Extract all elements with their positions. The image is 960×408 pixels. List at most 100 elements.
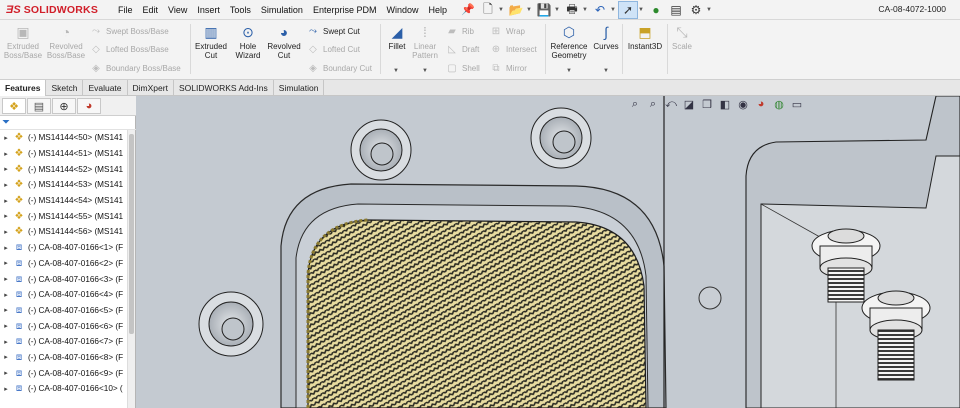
menu-enterprise-pdm[interactable]: Enterprise PDM	[313, 5, 377, 15]
open-dropdown-icon[interactable]: ▼	[526, 7, 532, 13]
expand-arrow-icon[interactable]: ▸	[0, 322, 12, 330]
boundary-cut-button[interactable]: ◈ Boundary Cut	[307, 64, 372, 74]
reference-geometry-button[interactable]: ⬡ Reference Geometry	[548, 24, 590, 60]
expand-arrow-icon[interactable]: ▸	[0, 165, 12, 173]
tab-solidworks-add-ins[interactable]: SOLIDWORKS Add-Ins	[174, 80, 274, 96]
tab-simulation[interactable]: Simulation	[274, 80, 325, 96]
tree-item[interactable]: ▸ ⧈ (-) CA-08-407-0166<9> (F	[0, 365, 128, 381]
tree-item[interactable]: ▸ ⧈ (-) CA-08-407-0166<2> (F	[0, 256, 128, 272]
menu-file[interactable]: File	[118, 5, 133, 15]
tree-item[interactable]: ▸ ⧈ (-) CA-08-407-0166<5> (F	[0, 303, 128, 319]
menu-simulation[interactable]: Simulation	[261, 5, 303, 15]
tree-item[interactable]: ▸ ❖ (-) MS14144<55> (MS141	[0, 208, 128, 224]
options-icon[interactable]: ⚙	[686, 1, 706, 19]
lofted-boss-button[interactable]: ◇ Lofted Boss/Base	[90, 45, 169, 55]
tree-item[interactable]: ▸ ⧈ (-) CA-08-407-0166<7> (F	[0, 334, 128, 350]
rebuild-icon[interactable]: ●	[646, 1, 666, 19]
expand-arrow-icon[interactable]: ▸	[0, 291, 12, 299]
tab-dimxpert[interactable]: DimXpert	[128, 80, 174, 96]
wrap-button[interactable]: ⊞ Wrap	[490, 27, 525, 37]
revolved-boss-button[interactable]: ◔ Revolved Boss/Base	[45, 24, 87, 60]
new-document-icon[interactable]: 🗋	[478, 1, 498, 19]
graphics-area[interactable]: ⌕ ⌕ ⤺ ◪ ❒ ◧ ◉ ◕ ◍ ▭	[136, 96, 960, 408]
expand-arrow-icon[interactable]: ▸	[0, 259, 12, 267]
print-icon[interactable]: 🖶	[562, 1, 582, 19]
section-view-icon[interactable]: ◪	[680, 98, 698, 112]
expand-arrow-icon[interactable]: ▸	[0, 306, 12, 314]
menu-help[interactable]: Help	[429, 5, 448, 15]
boundary-boss-button[interactable]: ◈ Boundary Boss/Base	[90, 64, 181, 74]
tree-item[interactable]: ▸ ⧈ (-) CA-08-407-0166<4> (F	[0, 287, 128, 303]
expand-arrow-icon[interactable]: ▸	[0, 134, 12, 142]
revolved-cut-button[interactable]: ◕ Revolved Cut	[265, 24, 303, 60]
undo-dropdown-icon[interactable]: ▼	[610, 7, 616, 13]
intersect-button[interactable]: ⊕ Intersect	[490, 45, 537, 55]
open-icon[interactable]: 📂	[506, 1, 526, 19]
print-dropdown-icon[interactable]: ▼	[582, 7, 588, 13]
expand-arrow-icon[interactable]: ▸	[0, 385, 12, 393]
edit-appearance-icon[interactable]: ◕	[752, 98, 770, 112]
tree-item[interactable]: ▸ ⧈ (-) CA-08-407-0166<6> (F	[0, 318, 128, 334]
tab-features[interactable]: Features	[0, 80, 47, 96]
swept-boss-button[interactable]: ⤳ Swept Boss/Base	[90, 27, 169, 37]
rib-button[interactable]: ▰ Rib	[446, 27, 474, 37]
file-properties-icon[interactable]: ▤	[666, 1, 686, 19]
scrollbar-thumb[interactable]	[129, 134, 134, 334]
menu-view[interactable]: View	[168, 5, 187, 15]
fillet-dropdown-icon[interactable]: ▼	[393, 68, 399, 74]
instant3d-button[interactable]: ⬒ Instant3D	[625, 24, 665, 51]
configurationmanager-tab-icon[interactable]: ⊕	[52, 98, 76, 114]
tree-item[interactable]: ▸ ❖ (-) MS14144<53> (MS141	[0, 177, 128, 193]
pattern-dropdown-icon[interactable]: ▼	[422, 68, 428, 74]
options-dropdown-icon[interactable]: ▼	[706, 7, 712, 13]
shell-button[interactable]: ▢ Shell	[446, 64, 480, 74]
view-orientation-icon[interactable]: ❒	[698, 98, 716, 112]
appearance-tab-icon[interactable]: ◕	[77, 98, 101, 114]
display-style-icon[interactable]: ◧	[716, 98, 734, 112]
menu-window[interactable]: Window	[386, 5, 418, 15]
tree-item[interactable]: ▸ ❖ (-) MS14144<51> (MS141	[0, 146, 128, 162]
hole-wizard-button[interactable]: ⊙ Hole Wizard	[230, 24, 266, 60]
model-viewport[interactable]	[136, 96, 960, 408]
expand-arrow-icon[interactable]: ▸	[0, 369, 12, 377]
previous-view-icon[interactable]: ⤺	[662, 98, 680, 112]
tree-item[interactable]: ▸ ⧈ (-) CA-08-407-0166<8> (F	[0, 350, 128, 366]
expand-arrow-icon[interactable]: ▸	[0, 181, 12, 189]
curves-button[interactable]: ∫ Curves	[592, 24, 620, 51]
new-dropdown-icon[interactable]: ▼	[498, 7, 504, 13]
menu-edit[interactable]: Edit	[143, 5, 159, 15]
expand-arrow-icon[interactable]: ▸	[0, 212, 12, 220]
expand-arrow-icon[interactable]: ▸	[0, 338, 12, 346]
tree-item[interactable]: ▸ ❖ (-) MS14144<56> (MS141	[0, 224, 128, 240]
extruded-cut-button[interactable]: ▥ Extruded Cut	[192, 24, 230, 60]
expand-arrow-icon[interactable]: ▸	[0, 228, 12, 236]
draft-button[interactable]: ◺ Draft	[446, 45, 479, 55]
propertymanager-tab-icon[interactable]: ▤	[27, 98, 51, 114]
zoom-area-icon[interactable]: ⌕	[644, 98, 662, 112]
save-dropdown-icon[interactable]: ▼	[554, 7, 560, 13]
expand-arrow-icon[interactable]: ▸	[0, 197, 12, 205]
expand-arrow-icon[interactable]: ▸	[0, 150, 12, 158]
view-settings-icon[interactable]: ▭	[788, 98, 806, 112]
swept-cut-button[interactable]: ⤳ Swept Cut	[307, 27, 360, 37]
menu-tools[interactable]: Tools	[230, 5, 251, 15]
apply-scene-icon[interactable]: ◍	[770, 98, 788, 112]
tree-item[interactable]: ▸ ❖ (-) MS14144<52> (MS141	[0, 161, 128, 177]
solidworks-logo[interactable]: ƎS SOLIDWORKS	[6, 2, 98, 18]
curves-dropdown-icon[interactable]: ▼	[603, 68, 609, 74]
extruded-boss-button[interactable]: ▣ Extruded Boss/Base	[2, 24, 44, 60]
tree-item[interactable]: ▸ ⧈ (-) CA-08-407-0166<1> (F	[0, 240, 128, 256]
linear-pattern-button[interactable]: ⁞ Linear Pattern	[409, 24, 441, 60]
expand-arrow-icon[interactable]: ▸	[0, 275, 12, 283]
tree-item[interactable]: ▸ ⧈ (-) CA-08-407-0166<3> (F	[0, 271, 128, 287]
tab-sketch[interactable]: Sketch	[46, 80, 84, 96]
lofted-cut-button[interactable]: ◇ Lofted Cut	[307, 45, 360, 55]
featuremanager-tab-icon[interactable]: ❖	[2, 98, 26, 114]
fillet-button[interactable]: ◢ Fillet	[383, 24, 411, 51]
expand-arrow-icon[interactable]: ▸	[0, 244, 12, 252]
select-icon[interactable]: ➚	[618, 1, 638, 19]
tree-item[interactable]: ▸ ❖ (-) MS14144<50> (MS141	[0, 130, 128, 146]
filter-icon[interactable]: ⏷	[0, 117, 136, 130]
reference-geometry-dropdown-icon[interactable]: ▼	[566, 68, 572, 74]
select-dropdown-icon[interactable]: ▼	[638, 7, 644, 13]
